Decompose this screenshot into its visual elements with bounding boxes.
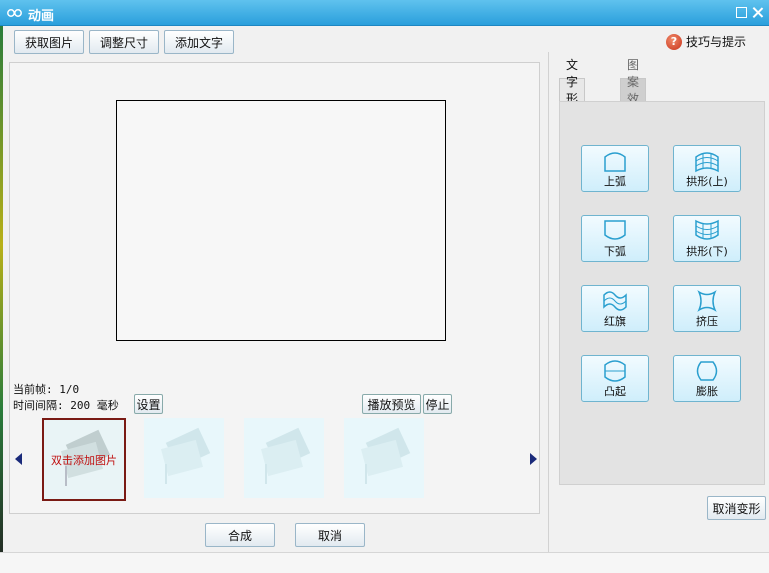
help-icon: ?	[666, 33, 682, 50]
arch-down-icon	[695, 219, 719, 240]
panel-divider	[548, 52, 549, 552]
shape-label: 凸起	[604, 385, 626, 398]
animation-canvas[interactable]	[116, 100, 446, 341]
resize-button[interactable]: 调整尺寸	[89, 30, 159, 54]
shape-label: 红旗	[604, 315, 626, 328]
shape-label: 挤压	[696, 315, 718, 328]
shape-label: 拱形(下)	[686, 245, 728, 258]
shape-label: 上弧	[604, 175, 626, 188]
thumbnail-slot[interactable]: 双击添加图片	[42, 418, 126, 501]
scroll-right-icon[interactable]	[530, 453, 537, 465]
arch-up-icon	[695, 152, 719, 173]
cancel-button[interactable]: 取消	[295, 523, 365, 547]
maximize-icon[interactable]	[736, 7, 747, 18]
squeeze-icon	[697, 290, 717, 312]
window-edge	[0, 26, 3, 573]
play-preview-button[interactable]: 播放预览	[362, 394, 421, 414]
shape-flag-button[interactable]: 红旗	[581, 285, 649, 332]
stop-button[interactable]: 停止	[423, 394, 452, 414]
shape-lower-arc-button[interactable]: 下弧	[581, 215, 649, 262]
app-icon	[7, 9, 22, 17]
close-icon[interactable]	[752, 7, 763, 18]
shape-upper-arc-button[interactable]: 上弧	[581, 145, 649, 192]
thumbnail-slot[interactable]	[344, 418, 424, 498]
tab-text-shape[interactable]: 文字形状	[559, 58, 586, 123]
title-bar: 动画	[0, 0, 769, 26]
shape-arch-down-button[interactable]: 拱形(下)	[673, 215, 741, 262]
add-image-hint: 双击添加图片	[51, 454, 117, 467]
shape-bulge-button[interactable]: 凸起	[581, 355, 649, 402]
status-bar	[0, 552, 769, 573]
current-frame-info: 当前帧: 1/0	[13, 381, 79, 397]
get-image-button[interactable]: 获取图片	[14, 30, 84, 54]
shape-label: 膨胀	[696, 385, 718, 398]
interval-info: 时间间隔: 200 毫秒	[13, 397, 119, 413]
add-text-button[interactable]: 添加文字	[164, 30, 234, 54]
upper-arc-icon	[604, 152, 626, 172]
shape-inflate-button[interactable]: 膨胀	[673, 355, 741, 402]
shape-label: 拱形(上)	[686, 175, 728, 188]
lower-arc-icon	[604, 220, 626, 240]
bulge-icon	[604, 360, 626, 382]
current-frame-label: 当前帧:	[13, 383, 53, 396]
shape-label: 下弧	[604, 245, 626, 258]
interval-value[interactable]: 200	[70, 399, 90, 412]
compose-button[interactable]: 合成	[205, 523, 275, 547]
shape-squeeze-button[interactable]: 挤压	[673, 285, 741, 332]
interval-unit: 毫秒	[96, 399, 119, 412]
flag-icon	[603, 291, 627, 311]
current-frame-value: 1/0	[59, 383, 80, 396]
tips-label: 技巧与提示	[686, 35, 747, 49]
interval-label: 时间间隔:	[13, 399, 64, 412]
cancel-warp-button[interactable]: 取消变形	[707, 496, 766, 520]
thumbnail-slot[interactable]	[144, 418, 224, 498]
interval-settings-button[interactable]: 设置	[134, 394, 163, 414]
picture-placeholder-icon	[260, 427, 311, 484]
tab-pattern-effect[interactable]: 图案效果	[620, 58, 647, 123]
thumbnail-slot[interactable]	[244, 418, 324, 498]
picture-placeholder-icon	[360, 427, 411, 484]
tips-link[interactable]: ? 技巧与提示	[666, 33, 746, 50]
window-title: 动画	[28, 9, 55, 24]
picture-placeholder-icon	[160, 427, 211, 484]
scroll-left-icon[interactable]	[15, 453, 22, 465]
shape-arch-up-button[interactable]: 拱形(上)	[673, 145, 741, 192]
inflate-icon	[696, 361, 718, 381]
